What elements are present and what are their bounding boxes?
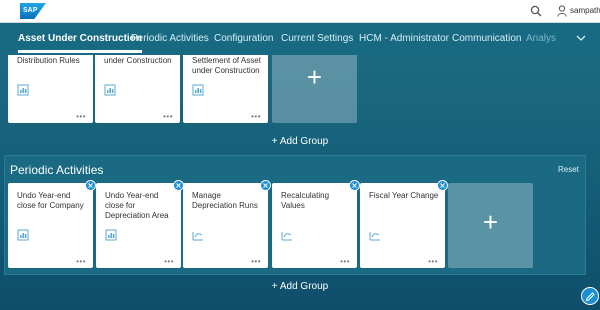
edit-button[interactable] [581,287,599,305]
more-icon[interactable]: ••• [251,112,261,121]
more-icon[interactable]: ••• [76,257,86,266]
tab-current-settings[interactable]: Current Settings [281,23,353,55]
add-tile-button[interactable]: + [448,183,533,268]
process-icon [281,232,292,241]
report-icon [17,84,29,96]
tile-title: Recalculating Values [281,191,330,210]
tile-title: Undo Year-end close for Depreciation Are… [105,191,169,220]
chevron-down-icon[interactable] [575,32,587,44]
group-title[interactable]: Periodic Activities [10,163,103,177]
more-icon[interactable]: ••• [163,112,173,121]
tab-periodic-activities[interactable]: Periodic Activities [131,23,209,55]
tile-title: Manage Depreciation Runs [192,191,258,210]
more-icon[interactable]: ••• [76,112,86,121]
tab-hcm-administrator[interactable]: HCM - Administrator [359,23,449,55]
tab-configuration[interactable]: Configuration [214,23,273,55]
report-icon [104,84,116,96]
tile-recalculating-values[interactable]: Recalculating Values ••• [272,180,360,268]
tile-manage-depreciation-runs[interactable]: Manage Depreciation Runs ••• [183,180,271,268]
report-icon [17,229,29,241]
tile-title: Undo Year-end close for Company [17,191,84,210]
process-icon [369,232,380,241]
more-icon[interactable]: ••• [164,257,174,266]
process-icon [192,232,203,241]
plus-icon: + [482,207,499,237]
add-group-button[interactable]: + Add Group [0,136,600,147]
tile-undo-year-end-close-company[interactable]: Undo Year-end close for Company ••• [8,180,96,268]
shell-bar: SAP sampath [0,0,600,23]
pencil-icon [585,292,595,302]
add-group-button[interactable]: + Add Group [0,281,600,292]
close-icon[interactable] [260,180,271,191]
tile-fiscal-year-change[interactable]: Fiscal Year Change ••• [360,180,448,268]
tab-bar: Asset Under Construction Periodic Activi… [0,23,600,55]
report-icon [192,84,204,96]
tile-title: Fiscal Year Change [369,191,439,200]
tab-analysis[interactable]: Analys [526,23,556,55]
user-icon[interactable] [557,5,567,17]
more-icon[interactable]: ••• [251,257,261,266]
close-icon[interactable] [349,180,360,191]
reset-link[interactable]: Reset [558,165,579,174]
more-icon[interactable]: ••• [428,257,438,266]
report-icon [105,229,117,241]
more-icon[interactable]: ••• [340,257,350,266]
tab-communication[interactable]: Communication [452,23,521,55]
search-icon[interactable] [530,5,542,17]
user-name[interactable]: sampath [570,6,600,15]
close-icon[interactable] [437,180,448,191]
close-icon[interactable] [85,180,96,191]
plus-icon: + [306,62,323,92]
tab-asset-under-construction[interactable]: Asset Under Construction [18,23,142,55]
sap-logo: SAP [20,3,46,19]
tile-undo-year-end-close-depreciation[interactable]: Undo Year-end close for Depreciation Are… [96,180,184,268]
